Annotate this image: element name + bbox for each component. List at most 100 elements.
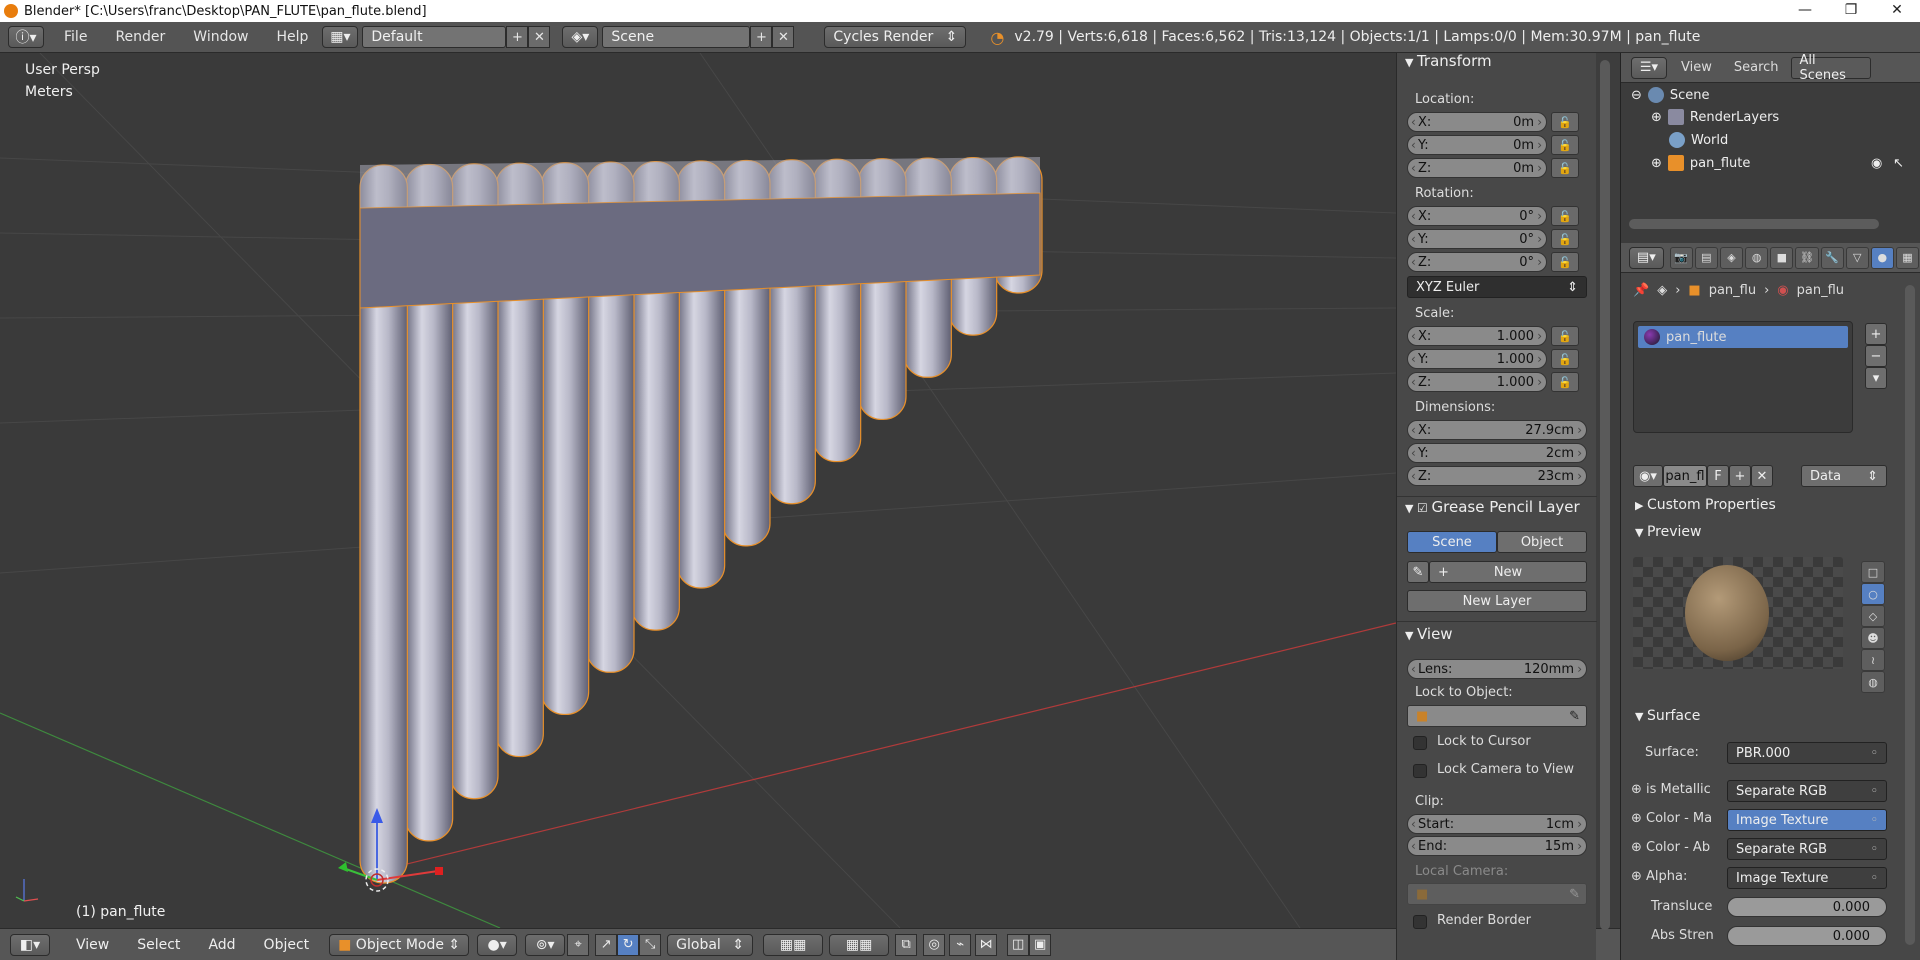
minimize-button[interactable]: — [1782, 0, 1828, 22]
abs-strength-slider[interactable]: 0.000 [1727, 926, 1887, 946]
mode-dropdown[interactable]: ■ Object Mode ⇕ [329, 933, 470, 956]
editor-type-properties-icon[interactable]: ▤▾ [1629, 246, 1664, 269]
transform-orientation-dropdown[interactable]: Global ⇕ [667, 933, 754, 956]
menu-file[interactable]: File [50, 29, 101, 45]
rotation-mode-dropdown[interactable]: XYZ Euler ⇕ [1407, 276, 1587, 298]
proportional-edit-icon[interactable]: ◎ [923, 933, 946, 956]
input-is-metallic-node[interactable]: Separate RGB [1727, 780, 1887, 802]
lock-location-x-icon[interactable]: 🔓 [1551, 112, 1579, 132]
scale-y-field[interactable]: Y: 1.000 [1407, 349, 1547, 369]
scale-x-field[interactable]: X: 1.000 [1407, 326, 1547, 346]
scene-field[interactable]: Scene [602, 26, 751, 48]
outliner-item-pan-flute[interactable]: ⊕ pan_flute ◉ ↖ [1651, 152, 1911, 174]
location-x-field[interactable]: X: 0m [1407, 112, 1547, 132]
dimensions-y-field[interactable]: Y: 2cm [1407, 443, 1587, 463]
pivot-point-icon[interactable]: ⊚▾ [525, 933, 566, 956]
pencil-icon[interactable]: ✎ [1407, 561, 1429, 583]
render-engine-dropdown[interactable]: Cycles Render ⇕ [824, 26, 967, 48]
outliner-item-world[interactable]: World [1669, 129, 1728, 151]
clip-end-field[interactable]: End: 15m [1407, 836, 1587, 856]
close-button[interactable]: ✕ [1874, 0, 1920, 22]
scene-icon[interactable]: ◈▾ [562, 26, 599, 48]
editor-type-info-icon[interactable]: ⓘ▾ [8, 26, 44, 48]
surface-node-field[interactable]: PBR.000 [1727, 742, 1887, 764]
layer-manager-icon[interactable]: ⧉ [895, 933, 918, 956]
outliner-filter-dropdown[interactable]: All Scenes [1790, 53, 1871, 83]
unlink-material-icon[interactable]: ✕ [1751, 465, 1773, 487]
lock-to-cursor-checkbox[interactable] [1413, 736, 1427, 750]
input-color-ab-node[interactable]: Separate RGB [1727, 838, 1887, 860]
render-animation-icon[interactable]: ▣ [1029, 933, 1052, 956]
browse-material-icon[interactable]: ◉▾ [1633, 465, 1663, 487]
lock-camera-to-view-checkbox[interactable] [1413, 764, 1427, 778]
lock-location-z-icon[interactable]: 🔓 [1551, 158, 1579, 178]
grease-pencil-object-tab[interactable]: Object [1497, 531, 1587, 553]
material-slot-item[interactable]: pan_flute [1638, 326, 1848, 348]
manipulator-toggle-icon[interactable]: ⌖ [567, 933, 590, 956]
transform-panel-title[interactable]: Transform [1405, 52, 1492, 70]
link-type-dropdown[interactable]: Data ⇕ [1801, 465, 1887, 487]
render-preview-icon[interactable]: ◫ [1007, 933, 1030, 956]
grease-pencil-check-icon[interactable]: ☑ [1417, 501, 1432, 515]
fake-user-button[interactable]: F [1707, 465, 1729, 487]
menu-add[interactable]: Add [194, 937, 249, 953]
material-tab-icon[interactable]: ● [1870, 246, 1894, 269]
remove-layout-icon[interactable]: ✕ [528, 26, 551, 48]
outliner-search-menu[interactable]: Search [1726, 60, 1787, 75]
data-tab-icon[interactable]: ▽ [1845, 246, 1869, 269]
rotate-manipulator-icon[interactable]: ↻ [617, 933, 640, 956]
menu-view[interactable]: View [62, 937, 123, 953]
render-layers-tab-icon[interactable]: ▤ [1694, 246, 1718, 269]
scale-manipulator-icon[interactable]: ⤡ [639, 933, 662, 956]
expand-icon[interactable]: ⊕ [1651, 156, 1662, 171]
collapse-icon[interactable]: ⊖ [1631, 88, 1642, 103]
clip-start-field[interactable]: Start: 1cm [1407, 814, 1587, 834]
remove-material-slot-icon[interactable]: − [1865, 345, 1887, 367]
selectable-cursor-icon[interactable]: ↖ [1893, 156, 1904, 171]
rotation-y-field[interactable]: Y: 0° [1407, 229, 1547, 249]
editor-type-3dview-icon[interactable]: ◧▾ [10, 933, 50, 956]
dimensions-x-field[interactable]: X: 27.9cm [1407, 420, 1587, 440]
pin-icon[interactable]: 📌 [1633, 283, 1649, 298]
material-slots-list[interactable]: pan_flute [1633, 321, 1853, 433]
screen-layout-icon[interactable]: ▦▾ [322, 26, 359, 48]
preview-sphere-icon[interactable]: ○ [1861, 583, 1885, 605]
add-scene-icon[interactable]: + [750, 26, 773, 48]
modifiers-tab-icon[interactable]: 🔧 [1820, 246, 1844, 269]
expand-icon[interactable]: ⊕ [1651, 110, 1662, 125]
menu-render[interactable]: Render [101, 29, 179, 45]
object-tab-icon[interactable]: ■ [1770, 246, 1794, 269]
scene-tab-icon[interactable]: ◈ [1719, 246, 1744, 269]
properties-scrollbar[interactable] [1905, 285, 1915, 945]
new-layer-button[interactable]: New Layer [1407, 590, 1587, 612]
outliner-item-scene[interactable]: ⊖ Scene [1631, 84, 1710, 106]
expand-icon[interactable]: ⊕ [1631, 811, 1646, 826]
lock-rotation-z-icon[interactable]: 🔓 [1551, 252, 1579, 272]
dimensions-z-field[interactable]: Z: 23cm [1407, 466, 1587, 486]
scene-layers-icon[interactable]: ▦▦ [763, 933, 824, 956]
material-specials-icon[interactable]: ▾ [1865, 367, 1887, 389]
lock-scale-x-icon[interactable]: 🔓 [1551, 326, 1579, 346]
visibility-eye-icon[interactable]: ◉ [1871, 156, 1882, 171]
input-alpha-node[interactable]: Image Texture [1727, 867, 1887, 889]
grease-pencil-scene-tab[interactable]: Scene [1407, 531, 1497, 553]
sidebar-scrollbar[interactable] [1600, 60, 1610, 930]
input-color-ma-node[interactable]: Image Texture [1727, 809, 1887, 831]
surface-section[interactable]: Surface [1635, 708, 1700, 724]
editor-type-outliner-icon[interactable]: ☰▾ [1631, 56, 1667, 79]
location-z-field[interactable]: Z: 0m [1407, 158, 1547, 178]
add-layout-icon[interactable]: + [506, 26, 529, 48]
snap-toggle-icon[interactable]: ⌁ [949, 933, 972, 956]
viewport-scene[interactable] [0, 53, 1396, 928]
menu-window[interactable]: Window [179, 29, 262, 45]
new-grease-pencil-button[interactable]: + New [1429, 561, 1587, 583]
render-tab-icon[interactable]: 📷 [1669, 246, 1693, 269]
scene-layers-2-icon[interactable]: ▦▦ [829, 933, 890, 956]
location-y-field[interactable]: Y: 0m [1407, 135, 1547, 155]
outliner-view-menu[interactable]: View [1667, 60, 1726, 75]
custom-properties-section[interactable]: Custom Properties [1635, 497, 1776, 513]
eyedropper-icon[interactable]: ✎ [1569, 709, 1580, 724]
maximize-button[interactable]: ❐ [1828, 0, 1874, 22]
new-material-icon[interactable]: + [1729, 465, 1751, 487]
rotation-z-field[interactable]: Z: 0° [1407, 252, 1547, 272]
